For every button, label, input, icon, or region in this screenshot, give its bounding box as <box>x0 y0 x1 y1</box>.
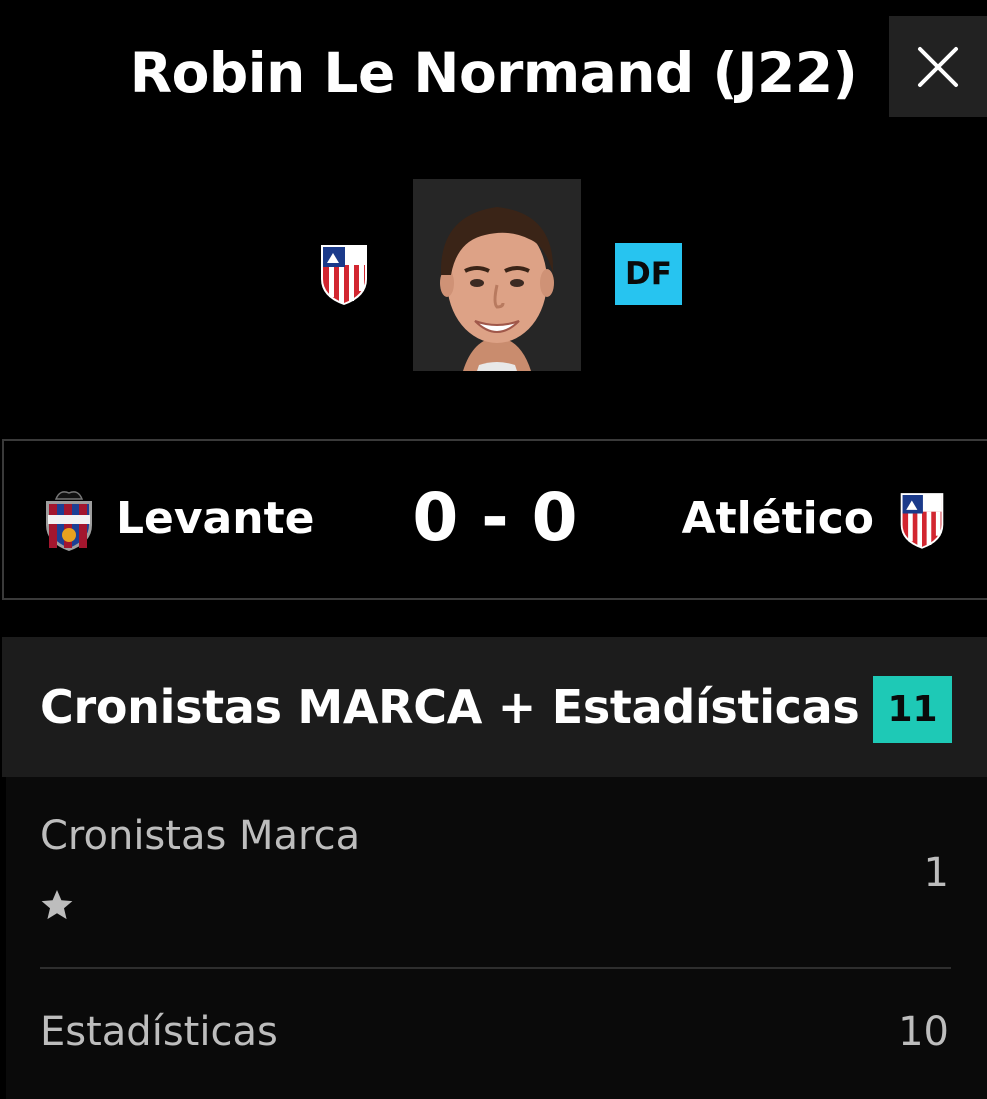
star-icon <box>41 890 73 920</box>
close-button[interactable] <box>889 16 987 117</box>
estadisticas-value: 10 <box>898 1009 949 1055</box>
total-score-badge: 11 <box>873 676 952 743</box>
player-portrait-image <box>413 179 581 371</box>
cronistas-value: 1 <box>923 850 949 896</box>
page-title: Robin Le Normand (J22) <box>129 41 858 105</box>
player-photo <box>413 179 581 371</box>
player-rating-panel: Robin Le Normand (J22) DF Levante 0 - 0 … <box>0 0 987 1099</box>
cronistas-label: Cronistas Marca <box>40 813 361 859</box>
rating-title: Cronistas MARCA + Estadísticas <box>40 680 860 734</box>
levante-crest <box>46 491 92 551</box>
match-score: 0 - 0 <box>412 479 578 556</box>
position-badge: DF <box>615 243 682 305</box>
estadisticas-label: Estadísticas <box>40 1009 278 1055</box>
row-divider <box>40 967 951 969</box>
home-team-name: Levante <box>116 493 315 544</box>
away-team-name: Atlético <box>681 493 874 544</box>
atletico-madrid-crest <box>900 493 944 549</box>
atletico-madrid-crest <box>321 245 367 305</box>
close-icon <box>918 46 958 87</box>
